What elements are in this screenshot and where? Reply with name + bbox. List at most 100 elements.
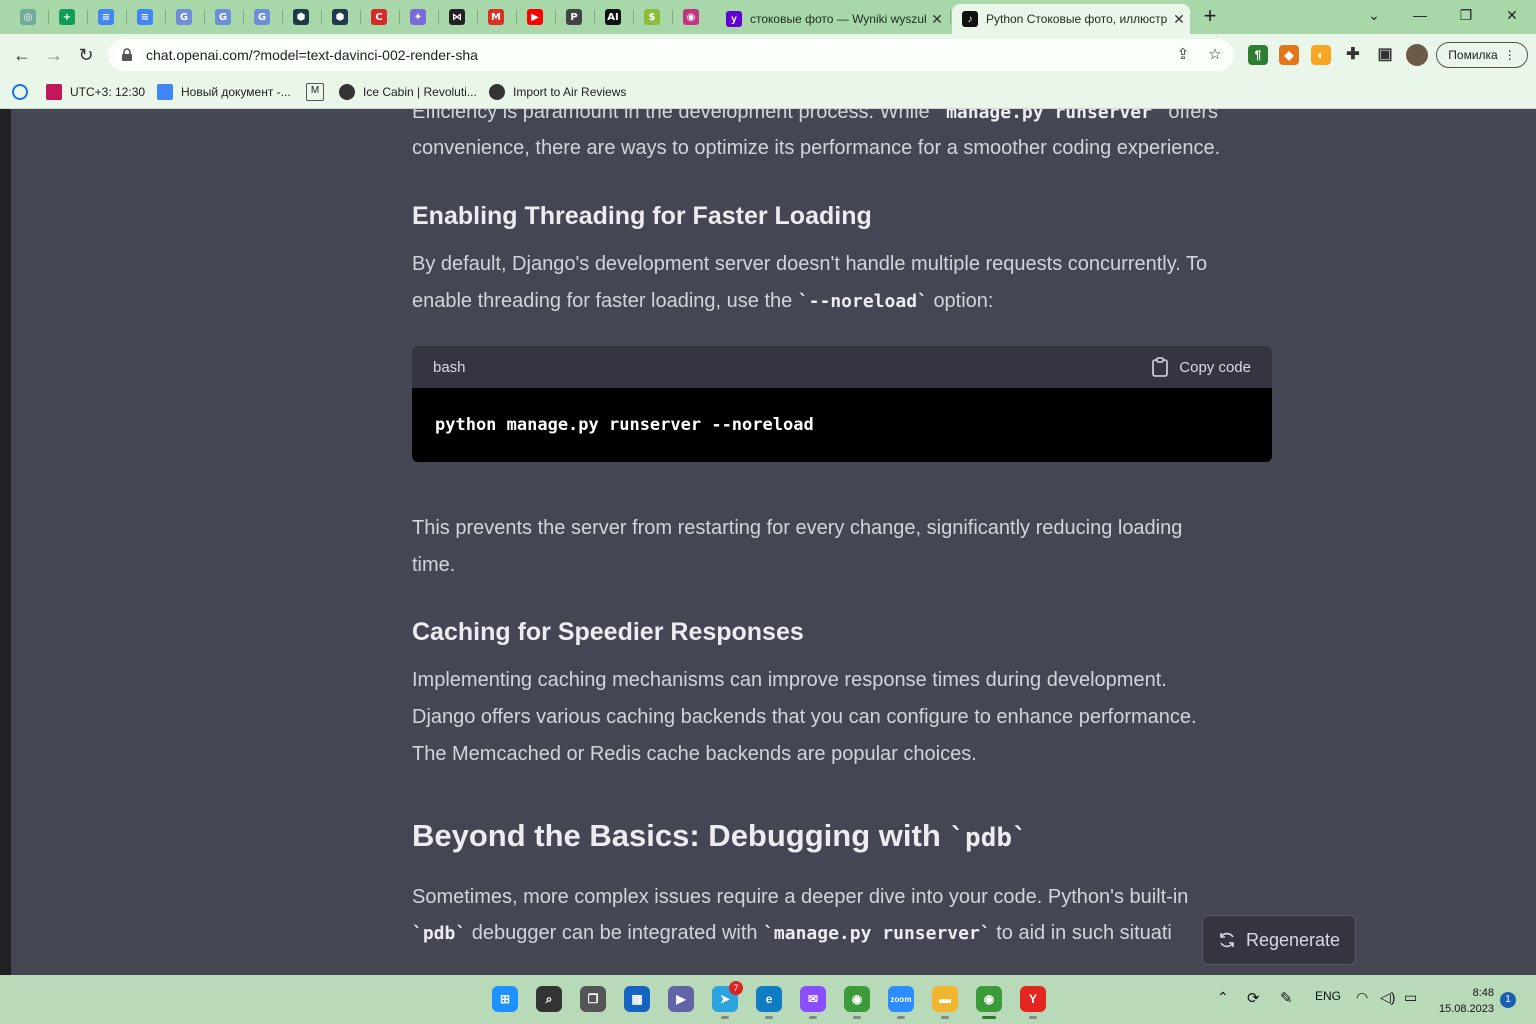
bookmark-star-icon[interactable]: ☆ bbox=[1206, 46, 1224, 64]
taskbar-app[interactable]: ❐ bbox=[577, 983, 609, 1015]
pinned-tab[interactable]: AI bbox=[598, 5, 628, 29]
clock[interactable]: 8:48 15.08.2023 bbox=[1430, 985, 1494, 1017]
update-error-button[interactable]: Помилка ⋮ bbox=[1436, 42, 1528, 68]
regenerate-label: Regenerate bbox=[1245, 929, 1341, 950]
chevron-up-icon[interactable]: ⌃ bbox=[1217, 989, 1229, 1006]
text-span: debugger can be integrated with bbox=[471, 922, 758, 944]
tab-divider bbox=[399, 10, 400, 24]
pinned-tab[interactable]: G bbox=[247, 5, 277, 29]
extensions-puzzle-icon[interactable]: ✚ bbox=[1343, 45, 1363, 65]
taskbar-app[interactable]: ▦ bbox=[621, 983, 653, 1015]
circle-icon: ◉ bbox=[683, 9, 699, 25]
pinned-tab[interactable]: C bbox=[364, 5, 394, 29]
notification-count[interactable]: 1 bbox=[1500, 992, 1516, 1008]
profile-avatar[interactable] bbox=[1406, 44, 1428, 66]
bookmark-item[interactable] bbox=[12, 82, 36, 102]
browser-tab-active[interactable]: ♪ Python Стоковые фото, иллюстр ✕ bbox=[952, 4, 1190, 34]
after-code-paragraph-line: time. bbox=[412, 554, 456, 576]
caching-paragraph-line: Implementing caching mechanisms can impr… bbox=[412, 669, 1167, 691]
taskbar-app[interactable]: Y bbox=[1017, 983, 1049, 1019]
task-view-icon: ❐ bbox=[580, 986, 606, 1012]
bookmark-item[interactable]: Ice Cabin | Revoluti... bbox=[339, 82, 477, 102]
l-icon bbox=[46, 84, 62, 100]
reload-icon[interactable]: ↻ bbox=[74, 43, 98, 67]
address-bar[interactable]: chat.openai.com/?model=text-davinci-002-… bbox=[108, 39, 1234, 71]
pinned-tab[interactable]: ◉ bbox=[676, 5, 706, 29]
sync-icon[interactable]: ⟳ bbox=[1247, 989, 1260, 1007]
pinned-tab[interactable]: ≡ bbox=[130, 5, 160, 29]
clock-date: 15.08.2023 bbox=[1438, 1003, 1494, 1015]
taskbar-app[interactable]: ◉ bbox=[973, 983, 1005, 1019]
taskbar-app[interactable]: ▬ bbox=[929, 983, 961, 1019]
tab-divider bbox=[555, 10, 556, 24]
minimize-button[interactable]: — bbox=[1400, 4, 1440, 28]
tab-divider bbox=[438, 10, 439, 24]
metamask-icon[interactable]: ◆ bbox=[1279, 45, 1299, 65]
bookmark-item[interactable]: UTC+3: 12:30 bbox=[46, 82, 145, 102]
extension-leaf-icon[interactable]: ¶ bbox=[1248, 45, 1268, 65]
volume-icon[interactable]: ◁) bbox=[1380, 989, 1395, 1006]
taskbar-app[interactable]: ⊞ bbox=[489, 983, 521, 1015]
pinned-tab[interactable]: G bbox=[169, 5, 199, 29]
pinned-tab[interactable]: ◎ bbox=[13, 5, 43, 29]
close-window-button[interactable]: ✕ bbox=[1492, 4, 1532, 28]
pinned-tab[interactable]: ⋈ bbox=[442, 5, 472, 29]
wifi-icon[interactable]: ◠ bbox=[1356, 989, 1368, 1006]
taskbar-app[interactable]: e bbox=[753, 983, 785, 1019]
taskbar-app[interactable]: ⌕ bbox=[533, 983, 565, 1015]
running-indicator bbox=[1029, 1016, 1037, 1019]
bookmark-item[interactable]: M bbox=[306, 82, 332, 102]
code-content: python manage.py runserver --noreload bbox=[412, 388, 1272, 462]
tab-divider bbox=[360, 10, 361, 24]
pinned-tab[interactable]: G bbox=[208, 5, 238, 29]
pen-icon[interactable]: ✎ bbox=[1280, 989, 1293, 1007]
tab-close-icon[interactable]: ✕ bbox=[1168, 11, 1190, 28]
taskbar-app[interactable]: ✉ bbox=[797, 983, 829, 1019]
restore-button[interactable]: ❐ bbox=[1446, 4, 1486, 28]
pinned-tab[interactable]: ▶ bbox=[520, 5, 550, 29]
taskbar-app[interactable]: ▶ bbox=[665, 983, 697, 1015]
search-icon: ⌕ bbox=[536, 986, 562, 1012]
new-tab-button[interactable]: + bbox=[1198, 5, 1222, 29]
taskbar-app[interactable]: ◉ bbox=[841, 983, 873, 1019]
taskbar-app[interactable]: ➤ 7 bbox=[709, 981, 743, 1019]
language-indicator[interactable]: ENG bbox=[1315, 989, 1341, 1003]
back-arrow-icon[interactable]: ← bbox=[10, 43, 34, 67]
pinned-tab[interactable]: P bbox=[559, 5, 589, 29]
hexagon-icon: ⬢ bbox=[293, 9, 309, 25]
pinned-tab[interactable]: ≡ bbox=[91, 5, 121, 29]
forward-arrow-icon[interactable]: → bbox=[42, 43, 66, 67]
pinned-tab[interactable]: ⬢ bbox=[325, 5, 355, 29]
battery-icon[interactable]: ▭ bbox=[1404, 989, 1417, 1006]
tab-divider bbox=[594, 10, 595, 24]
messenger-icon: ✉ bbox=[800, 986, 826, 1012]
pinned-tab[interactable]: $ bbox=[637, 5, 667, 29]
code-language: bash bbox=[433, 358, 466, 376]
taskbar-app[interactable]: zoom bbox=[885, 983, 917, 1019]
pinned-tab[interactable]: ✦ bbox=[403, 5, 433, 29]
running-indicator bbox=[897, 1016, 905, 1019]
pinned-tab[interactable]: M bbox=[481, 5, 511, 29]
debug-paragraph-line: `pdb` debugger can be integrated with `m… bbox=[412, 915, 1172, 952]
bookmark-item[interactable]: Новый документ -... bbox=[157, 82, 291, 102]
regenerate-button[interactable]: Regenerate bbox=[1202, 915, 1356, 965]
tab-divider bbox=[165, 10, 166, 24]
bookmark-item[interactable]: Import to Air Reviews bbox=[489, 82, 626, 102]
tab-search-chevron-icon[interactable]: ⌄ bbox=[1354, 4, 1394, 28]
caching-paragraph-line: The Memcached or Redis cache backends ar… bbox=[412, 743, 977, 765]
clock-time: 8:48 bbox=[1472, 987, 1494, 999]
browser-tab[interactable]: y стоковые фото — Wyniki wyszuk ✕ bbox=[716, 4, 948, 34]
bookmark-label: Новый документ -... bbox=[181, 85, 291, 99]
widgets-icon: ▦ bbox=[624, 986, 650, 1012]
side-panel-icon[interactable]: ▣ bbox=[1375, 45, 1395, 65]
running-indicator bbox=[982, 1016, 996, 1019]
extension-moon-icon[interactable]: ◐ bbox=[1311, 45, 1331, 65]
p-icon: P bbox=[566, 9, 582, 25]
tab-close-icon[interactable]: ✕ bbox=[926, 11, 948, 28]
pinned-tab[interactable]: ⬢ bbox=[286, 5, 316, 29]
debug-paragraph-line: Sometimes, more complex issues require a… bbox=[412, 886, 1189, 908]
share-icon[interactable]: ⇪ bbox=[1174, 46, 1192, 64]
copy-code-button[interactable]: Copy code bbox=[1151, 357, 1251, 377]
pinned-tab[interactable]: + bbox=[52, 5, 82, 29]
tab-divider bbox=[516, 10, 517, 24]
